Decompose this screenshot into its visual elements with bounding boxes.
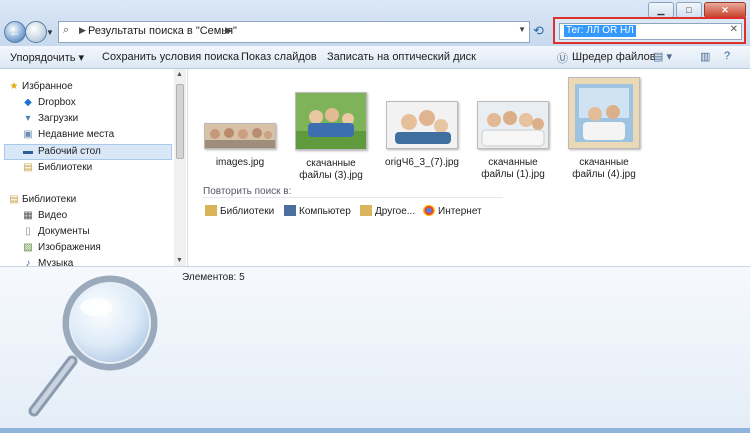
scroll-down-icon[interactable]: ▼ bbox=[176, 257, 183, 264]
chevron-right-icon[interactable]: ▶ bbox=[79, 25, 86, 36]
sidebar-item-favorites[interactable]: Избранное bbox=[22, 81, 73, 92]
save-search-button[interactable]: Сохранить условия поиска bbox=[102, 51, 239, 63]
recent-places-icon: ▣ bbox=[23, 129, 33, 140]
chrome-icon bbox=[423, 205, 435, 216]
libraries-icon: ▤ bbox=[9, 194, 19, 205]
search-again-computer[interactable]: Компьютер bbox=[284, 205, 351, 217]
sidebar-scrollbar[interactable]: ▲ ▼ bbox=[174, 69, 186, 266]
libraries-icon bbox=[205, 205, 217, 216]
address-dropdown[interactable]: ▼ bbox=[518, 25, 526, 34]
image-thumbnail bbox=[204, 123, 276, 149]
image-thumbnail bbox=[568, 77, 640, 149]
command-bar: Упорядочить ▾ Сохранить условия поиска П… bbox=[0, 46, 750, 69]
sidebar-item-video[interactable]: Видео bbox=[38, 210, 67, 221]
address-bar[interactable]: ⌕ ▶ Результаты поиска в "Семья" ▶ ▼ bbox=[58, 21, 530, 43]
computer-icon bbox=[284, 205, 296, 216]
libraries-icon: ▤ bbox=[23, 162, 33, 173]
search-highlight: Тег: ЛЛ OR НЛ ✕ bbox=[553, 17, 746, 44]
divider bbox=[203, 197, 503, 198]
search-again-other-label: Другое... bbox=[375, 206, 416, 217]
breadcrumb[interactable]: Результаты поиска в "Семья" bbox=[88, 25, 237, 37]
scrollbar-thumb[interactable] bbox=[176, 84, 184, 159]
star-icon: ★ bbox=[9, 81, 19, 92]
search-again-label: Повторить поиск в: bbox=[203, 186, 292, 197]
chevron-right-icon[interactable]: ▶ bbox=[225, 25, 232, 36]
file-item[interactable]: origЧ6_3_(7).jpg bbox=[380, 101, 464, 169]
file-name: скачанные файлы (4).jpg bbox=[572, 157, 636, 180]
slideshow-button[interactable]: Показ слайдов bbox=[241, 51, 317, 63]
search-again-libraries-label: Библиотеки bbox=[220, 206, 275, 217]
sidebar-item-recent[interactable]: Недавние места bbox=[38, 129, 114, 140]
image-thumbnail bbox=[295, 92, 367, 150]
recent-pages-dropdown[interactable]: ▼ bbox=[46, 28, 54, 37]
sidebar-item-libraries-favorite[interactable]: Библиотеки bbox=[38, 162, 92, 173]
sidebar-item-images[interactable]: Изображения bbox=[38, 242, 101, 253]
minimize-button[interactable]: ▁ bbox=[648, 2, 674, 18]
sidebar-item-desktop[interactable]: Рабочий стол bbox=[38, 146, 101, 157]
images-icon: ▨ bbox=[23, 242, 33, 253]
folder-icon bbox=[360, 205, 372, 216]
search-magnifier-icon bbox=[28, 275, 158, 417]
forward-button[interactable]: → bbox=[25, 21, 47, 43]
preview-pane-icon[interactable]: ▥ bbox=[700, 50, 710, 63]
details-pane: Элементов: 5 bbox=[0, 266, 750, 431]
documents-icon: ▯ bbox=[25, 226, 31, 237]
search-again-other[interactable]: Другое... bbox=[360, 205, 415, 217]
search-again-libraries[interactable]: Библиотеки bbox=[205, 205, 274, 217]
music-icon: ♪ bbox=[25, 258, 31, 266]
view-options-icon[interactable]: ▤ ▾ bbox=[653, 50, 672, 63]
burn-button[interactable]: Записать на оптический диск bbox=[327, 51, 476, 63]
taskbar-edge bbox=[0, 428, 750, 433]
organize-button[interactable]: Упорядочить ▾ bbox=[10, 51, 84, 64]
sidebar-item-libraries[interactable]: Библиотеки bbox=[22, 194, 76, 205]
sidebar-item-downloads[interactable]: Загрузки bbox=[38, 113, 78, 124]
item-count: Элементов: 5 bbox=[182, 272, 245, 283]
dropbox-icon: ◆ bbox=[24, 97, 32, 108]
search-input[interactable]: Тег: ЛЛ OR НЛ ✕ bbox=[559, 23, 742, 40]
organize-label: Упорядочить bbox=[10, 52, 76, 64]
search-value: Тег: ЛЛ OR НЛ bbox=[564, 25, 636, 37]
search-again-internet[interactable]: Интернет bbox=[423, 205, 482, 217]
sidebar-item-music[interactable]: Музыка bbox=[38, 258, 73, 266]
file-name: скачанные файлы (3).jpg bbox=[299, 158, 363, 181]
close-button[interactable]: ✕ bbox=[704, 2, 746, 18]
shredder-button[interactable]: Шредер файлов bbox=[572, 51, 656, 63]
desktop-icon: ▬ bbox=[23, 146, 33, 157]
maximize-button[interactable]: □ bbox=[676, 2, 702, 18]
clear-search-icon[interactable]: ✕ bbox=[730, 24, 738, 35]
search-results-icon: ⌕ bbox=[63, 24, 70, 36]
refresh-icon[interactable]: ⟲ bbox=[533, 23, 544, 39]
window-controls: ▁ □ ✕ bbox=[648, 2, 746, 18]
file-item[interactable]: скачанные файлы (1).jpg bbox=[471, 101, 555, 181]
file-name: images.jpg bbox=[215, 157, 265, 168]
sidebar-item-dropbox[interactable]: Dropbox bbox=[38, 97, 76, 108]
sidebar-item-documents[interactable]: Документы bbox=[38, 226, 90, 237]
help-icon[interactable]: ? bbox=[724, 50, 730, 62]
shredder-icon: Ⓤ bbox=[557, 53, 568, 65]
downloads-folder-icon: ▾ bbox=[25, 113, 31, 124]
image-thumbnail bbox=[477, 101, 549, 149]
title-bar: ▁ □ ✕ ← → ▼ ⌕ ▶ Результаты поиска в "Сем… bbox=[0, 0, 750, 46]
file-name: скачанные файлы (1).jpg bbox=[481, 157, 545, 180]
image-thumbnail bbox=[386, 101, 458, 149]
search-again-internet-label: Интернет bbox=[438, 206, 482, 217]
file-item[interactable]: images.jpg bbox=[198, 123, 282, 169]
file-item[interactable]: скачанные файлы (4).jpg bbox=[562, 77, 646, 181]
navigation-pane: ★ Избранное ◆ Dropbox ▾ Загрузки ▣ Недав… bbox=[0, 69, 188, 266]
back-button[interactable]: ← bbox=[4, 21, 26, 43]
file-name: origЧ6_3_(7).jpg bbox=[385, 157, 459, 168]
file-item[interactable]: скачанные файлы (3).jpg bbox=[289, 92, 373, 182]
file-list-pane: images.jpg скачанные файлы (3).jpg origЧ… bbox=[188, 69, 750, 266]
video-icon: ▦ bbox=[23, 210, 33, 221]
search-again-computer-label: Компьютер bbox=[299, 206, 351, 217]
scroll-up-icon[interactable]: ▲ bbox=[176, 71, 183, 78]
